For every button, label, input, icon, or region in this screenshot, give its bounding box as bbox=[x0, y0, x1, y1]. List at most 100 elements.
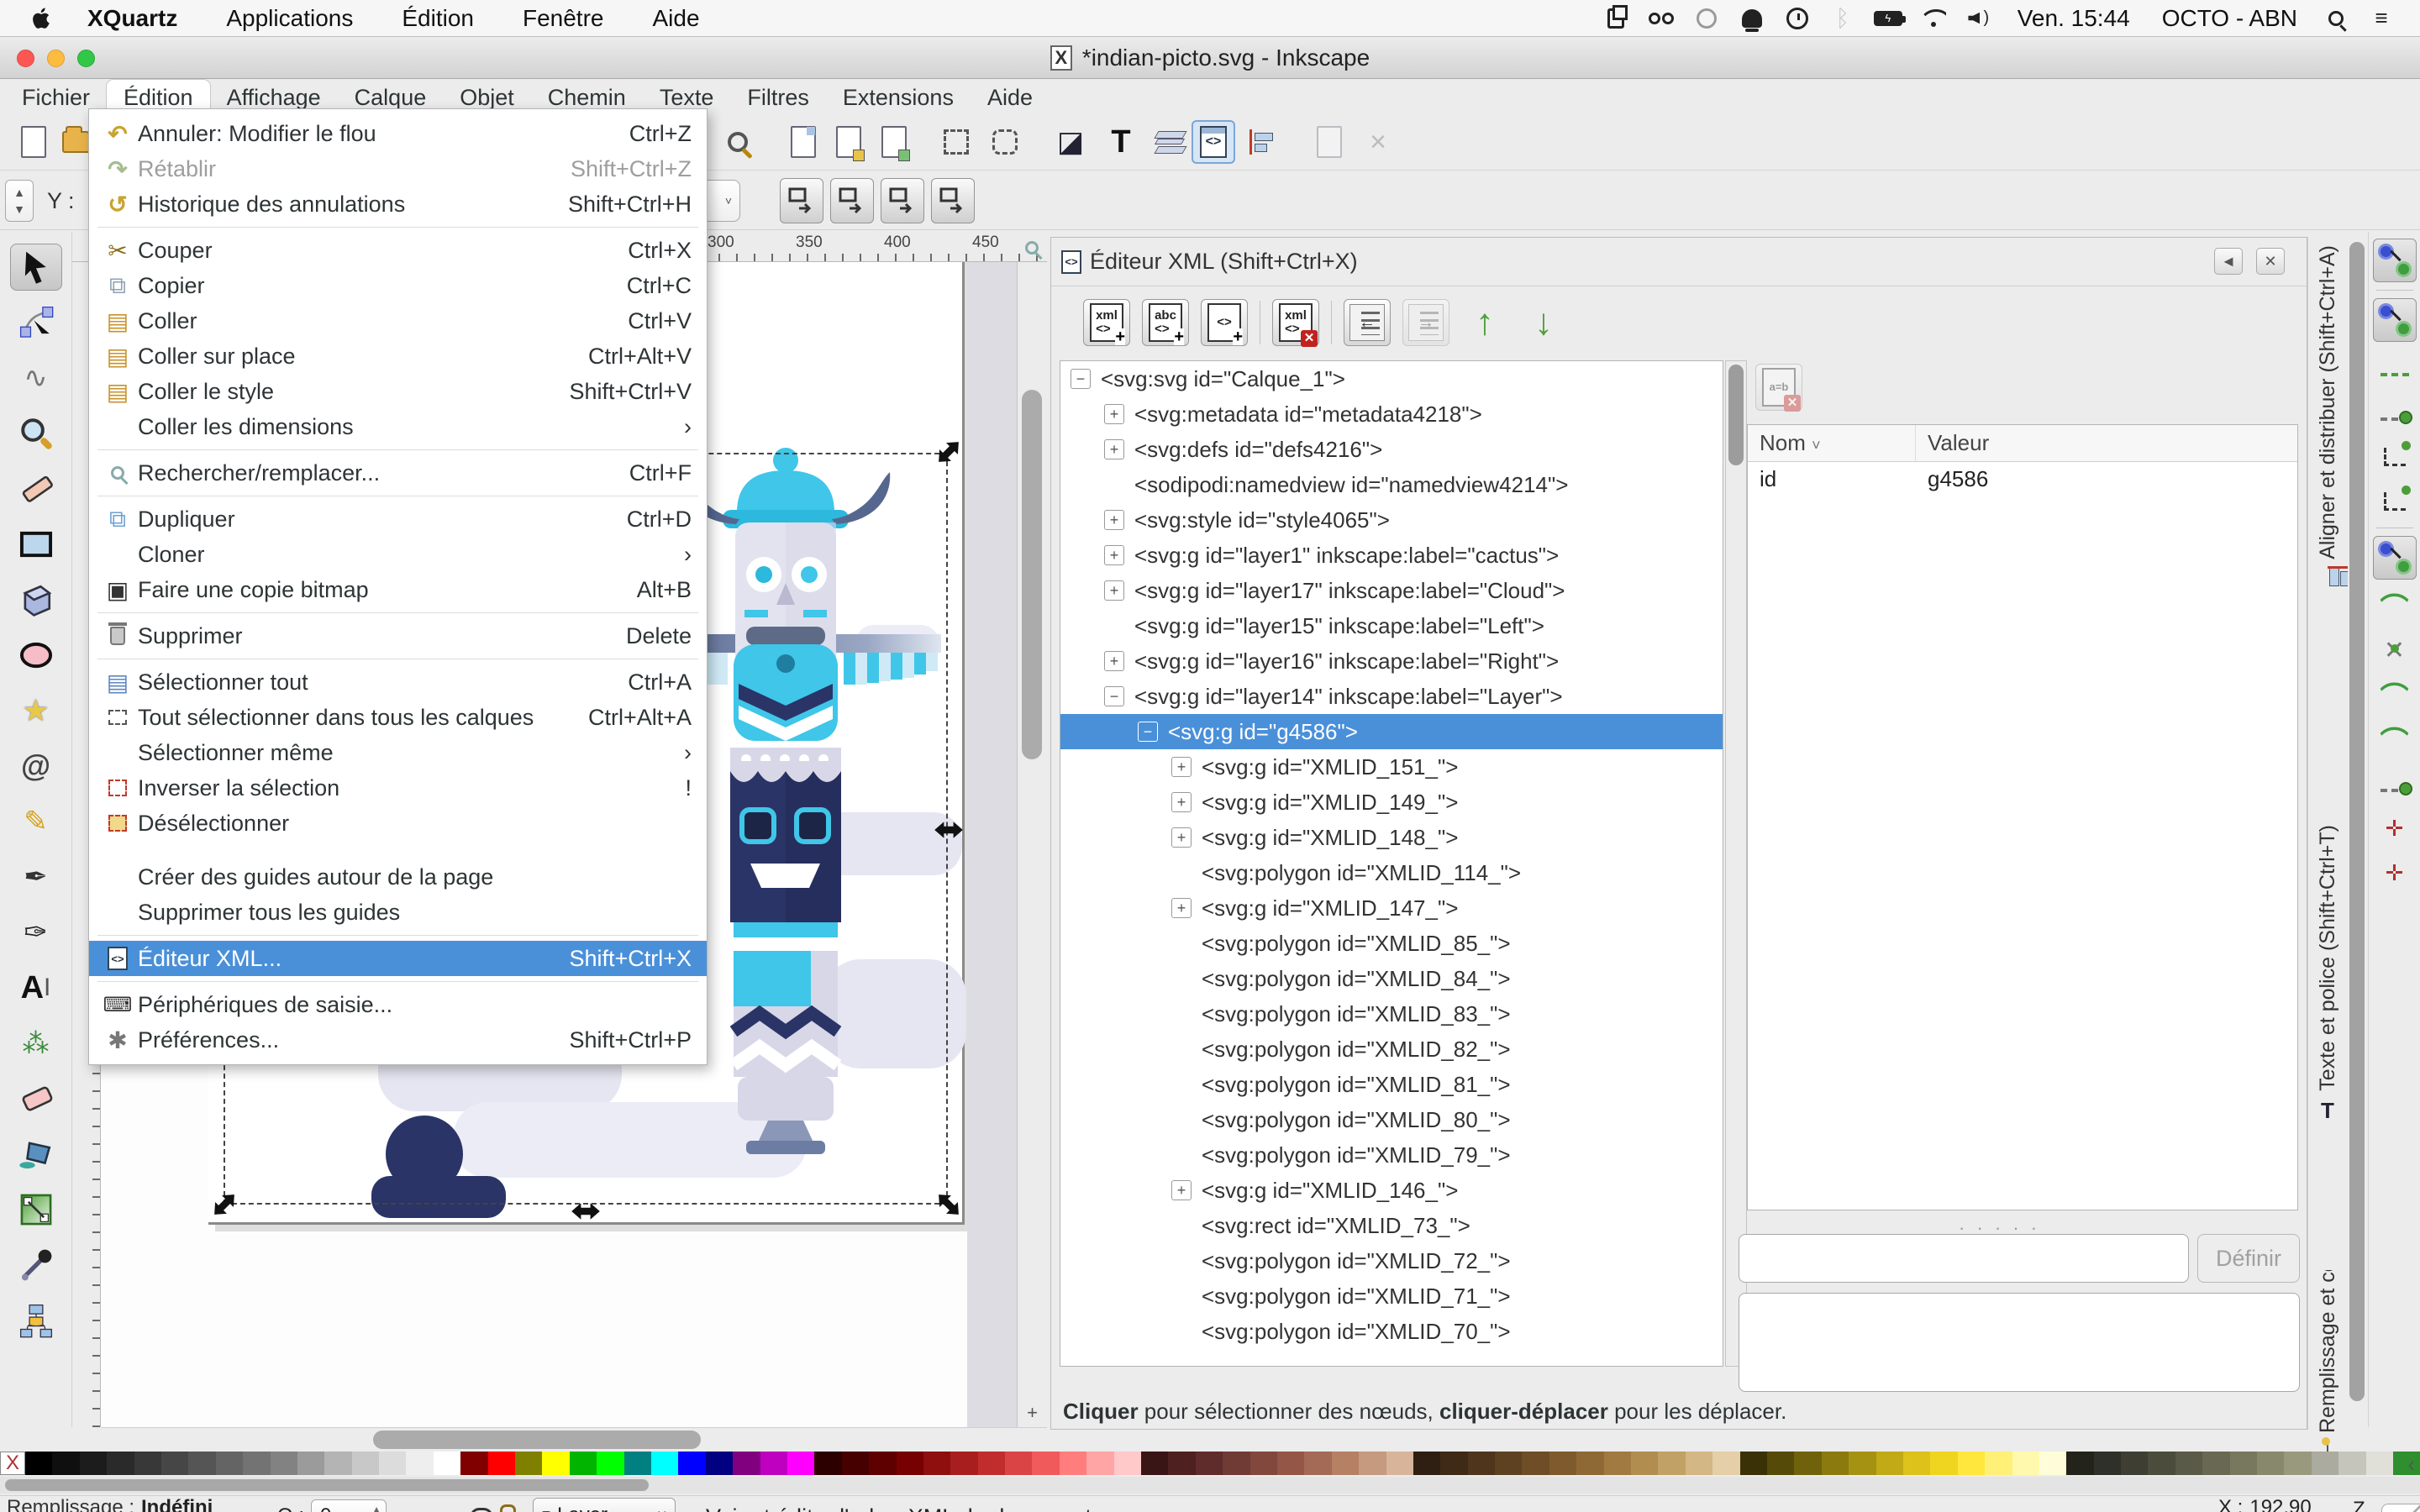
node-expand-toggle[interactable]: + bbox=[1171, 827, 1192, 848]
node-expand-toggle[interactable]: + bbox=[1104, 651, 1124, 671]
snap-bounding-box-button[interactable] bbox=[2373, 298, 2417, 342]
menu-item-coller-les-dimensions[interactable]: Coller les dimensions› bbox=[89, 409, 707, 444]
glasses-icon[interactable] bbox=[1643, 3, 1680, 34]
star-tool[interactable]: ★ bbox=[10, 687, 62, 734]
menu-item-inverser-la-sélection[interactable]: Inverser la sélection! bbox=[89, 770, 707, 806]
command-new-document[interactable] bbox=[12, 120, 55, 164]
palette-swatch[interactable] bbox=[1822, 1452, 1849, 1475]
palette-swatch[interactable] bbox=[2230, 1452, 2257, 1475]
xml-tree-node[interactable]: +<svg:g id="XMLID_147_"> bbox=[1060, 890, 1723, 926]
palette-swatch[interactable] bbox=[1141, 1452, 1168, 1475]
zoom-window-button[interactable] bbox=[77, 50, 95, 67]
xml-tree-node[interactable]: +<svg:metadata id="metadata4218"> bbox=[1060, 396, 1723, 432]
xml-tree-node[interactable]: +<svg:g id="layer16" inkscape:label="Rig… bbox=[1060, 643, 1723, 679]
xml-tree-node[interactable]: <svg:polygon id="XMLID_114_"> bbox=[1060, 855, 1723, 890]
opacity-spinner[interactable]: 0 ▲▼ bbox=[311, 1499, 387, 1512]
palette-swatch[interactable] bbox=[1549, 1452, 1576, 1475]
command-transform-scale[interactable] bbox=[934, 120, 978, 164]
palette-swatch[interactable] bbox=[2312, 1452, 2338, 1475]
palette-swatch[interactable] bbox=[542, 1452, 569, 1475]
layer-visibility-icon[interactable] bbox=[471, 1508, 492, 1512]
palette-swatch[interactable] bbox=[1223, 1452, 1249, 1475]
palette-swatch[interactable] bbox=[1277, 1452, 1304, 1475]
scale-corners-toggle[interactable] bbox=[830, 178, 874, 223]
xml-tree-node[interactable]: −<svg:g id="g4586"> bbox=[1060, 714, 1723, 749]
palette-swatch[interactable] bbox=[1386, 1452, 1413, 1475]
xml-node-tree[interactable]: −<svg:svg id="Calque_1">+<svg:metadata i… bbox=[1060, 360, 1723, 1367]
palette-swatch[interactable] bbox=[2202, 1452, 2229, 1475]
palette-swatch[interactable] bbox=[1930, 1452, 1957, 1475]
new-text-node-button[interactable]: abc<>+ bbox=[1142, 299, 1189, 346]
xml-tree-node[interactable]: <sodipodi:namedview id="namedview4214"> bbox=[1060, 467, 1723, 502]
palette-swatch[interactable] bbox=[243, 1452, 270, 1475]
selection-handle[interactable] bbox=[934, 1193, 963, 1216]
pen-tool[interactable]: ✒ bbox=[10, 853, 62, 900]
menu-item-coller-le-style[interactable]: ▤Coller le styleShift+Ctrl+V bbox=[89, 374, 707, 409]
xml-tree-node[interactable]: +<svg:g id="XMLID_149_"> bbox=[1060, 785, 1723, 820]
palette-swatch[interactable] bbox=[161, 1452, 188, 1475]
zoom-tool[interactable] bbox=[10, 410, 62, 457]
selector-tool[interactable] bbox=[10, 244, 62, 291]
command-export-locked[interactable] bbox=[827, 120, 871, 164]
dock-tab-align-distribute[interactable]: Aligner et distribuer (Shift+Ctrl+A) bbox=[2310, 245, 2345, 816]
palette-swatch[interactable] bbox=[80, 1452, 107, 1475]
palette-swatch[interactable] bbox=[2094, 1452, 2121, 1475]
palette-swatch[interactable] bbox=[923, 1452, 950, 1475]
menu-item-éditeur-xml[interactable]: <>Éditeur XML...Shift+Ctrl+X bbox=[89, 941, 707, 976]
palette-swatch[interactable] bbox=[2175, 1452, 2202, 1475]
menu-item-cloner[interactable]: Cloner› bbox=[89, 537, 707, 572]
node-expand-toggle[interactable]: + bbox=[1171, 898, 1192, 918]
macos-menu-applications[interactable]: Applications bbox=[204, 5, 375, 32]
gradient-tool[interactable] bbox=[10, 1186, 62, 1233]
horizontal-scrollbar-thumb[interactable] bbox=[373, 1431, 701, 1449]
palette-swatch[interactable] bbox=[1903, 1452, 1930, 1475]
menu-item-supprimer-tous-les-guides[interactable]: Supprimer tous les guides bbox=[89, 895, 707, 930]
xml-tree-node[interactable]: +<svg:g id="XMLID_148_"> bbox=[1060, 820, 1723, 855]
paste-pages-icon[interactable] bbox=[1597, 3, 1634, 34]
palette-swatch[interactable] bbox=[271, 1452, 297, 1475]
palette-swatch[interactable] bbox=[1576, 1452, 1603, 1475]
palette-swatch[interactable] bbox=[869, 1452, 896, 1475]
snap-bbox-edges-button[interactable] bbox=[2373, 349, 2417, 386]
eraser-tool[interactable] bbox=[10, 1075, 62, 1122]
palette-swatch[interactable] bbox=[1032, 1452, 1059, 1475]
notification-bell-icon[interactable] bbox=[1733, 3, 1770, 34]
measure-tool[interactable] bbox=[10, 465, 62, 512]
palette-swatch[interactable] bbox=[352, 1452, 379, 1475]
xml-tree-node[interactable]: <svg:g id="layer15" inkscape:label="Left… bbox=[1060, 608, 1723, 643]
node-collapse-toggle[interactable]: − bbox=[1071, 369, 1091, 389]
palette-swatch[interactable] bbox=[2366, 1452, 2393, 1475]
command-zoom-drawing[interactable] bbox=[716, 120, 760, 164]
xml-tree-node[interactable]: <svg:polygon id="XMLID_80_"> bbox=[1060, 1102, 1723, 1137]
palette-swatch[interactable] bbox=[1304, 1452, 1331, 1475]
palette-swatch[interactable] bbox=[978, 1452, 1005, 1475]
palette-swatch[interactable] bbox=[1794, 1452, 1821, 1475]
palette-swatch[interactable] bbox=[2039, 1452, 2066, 1475]
spray-tool[interactable]: ⁂ bbox=[10, 1020, 62, 1067]
palette-swatch[interactable] bbox=[733, 1452, 760, 1475]
palette-swatch[interactable] bbox=[324, 1452, 351, 1475]
attribute-name[interactable]: id bbox=[1748, 462, 1916, 497]
xml-tree-node[interactable]: <svg:rect id="XMLID_73_"> bbox=[1060, 1208, 1723, 1243]
xml-tree-node[interactable]: +<svg:g id="XMLID_151_"> bbox=[1060, 749, 1723, 785]
menu-item-désélectionner[interactable]: Désélectionner bbox=[89, 806, 707, 841]
close-panel-button[interactable]: ✕ bbox=[2256, 248, 2285, 275]
palette-swatch[interactable] bbox=[1522, 1452, 1549, 1475]
xml-tree-node[interactable]: <svg:polygon id="XMLID_81_"> bbox=[1060, 1067, 1723, 1102]
palette-swatch[interactable] bbox=[1440, 1452, 1467, 1475]
palette-swatch[interactable] bbox=[1168, 1452, 1195, 1475]
connector-tool[interactable] bbox=[10, 1297, 62, 1344]
calligraphy-tool[interactable]: ✑ bbox=[10, 909, 62, 956]
xml-tree-node[interactable]: <svg:polygon id="XMLID_85_"> bbox=[1060, 926, 1723, 961]
paint-bucket-tool[interactable] bbox=[10, 1131, 62, 1178]
palette-swatch[interactable] bbox=[1767, 1452, 1794, 1475]
selection-handle[interactable] bbox=[934, 440, 963, 464]
time-machine-icon[interactable] bbox=[1779, 3, 1816, 34]
menu-item-créer-des-guides-autour-de-la-page[interactable]: Créer des guides autour de la page bbox=[89, 859, 707, 895]
palette-swatch[interactable] bbox=[1114, 1452, 1141, 1475]
move-node-down-button[interactable]: ↓ bbox=[1520, 299, 1567, 346]
xml-tree-node[interactable]: <svg:polygon id="XMLID_79_"> bbox=[1060, 1137, 1723, 1173]
palette-swatch[interactable] bbox=[2121, 1452, 2148, 1475]
xml-tree-node[interactable]: +<svg:style id="style4065"> bbox=[1060, 502, 1723, 538]
node-expand-toggle[interactable]: + bbox=[1104, 545, 1124, 565]
